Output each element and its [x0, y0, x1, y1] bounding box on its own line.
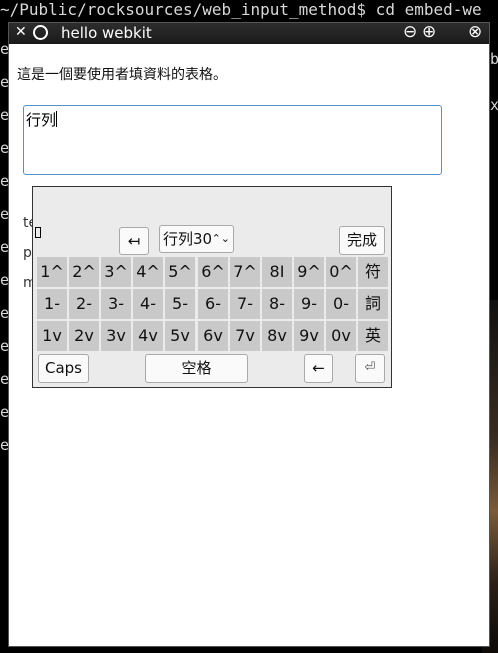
key[interactable]: 3-: [101, 289, 131, 319]
key[interactable]: 9v: [294, 321, 324, 351]
key[interactable]: 0^: [326, 257, 356, 287]
text-area-value: 行列: [26, 111, 57, 129]
key[interactable]: 7v: [230, 321, 260, 351]
maximize-icon[interactable]: ⊕: [422, 22, 436, 42]
key[interactable]: 6-: [198, 289, 228, 319]
key[interactable]: 4-: [133, 289, 163, 319]
cursor-marker-icon: [35, 227, 41, 238]
candidate-select[interactable]: 行列30 ⌃⌄: [159, 225, 234, 253]
key[interactable]: 9-: [294, 289, 324, 319]
key[interactable]: 0-: [326, 289, 356, 319]
title-bar[interactable]: ✕ hello webkit ⊖ ⊕ ⊗: [9, 22, 489, 44]
terminal-text: b: [490, 50, 498, 68]
key[interactable]: 1v: [37, 321, 67, 351]
back-button[interactable]: ↤: [119, 227, 149, 255]
enter-button[interactable]: ⏎: [355, 354, 385, 383]
terminal-text: x: [490, 96, 498, 114]
key[interactable]: 7^: [230, 257, 260, 287]
backspace-button[interactable]: ←: [304, 354, 333, 383]
key[interactable]: 4^: [133, 257, 163, 287]
caps-button[interactable]: Caps: [38, 354, 89, 383]
key[interactable]: 6v: [198, 321, 228, 351]
key[interactable]: 8-: [262, 289, 292, 319]
key[interactable]: 1-: [37, 289, 67, 319]
intro-text: 這是一個要使用者填資料的表格。: [17, 67, 227, 83]
candidate-select-value: 行列30: [163, 230, 213, 248]
minimize-icon[interactable]: ⊖: [403, 22, 417, 42]
key[interactable]: 符: [358, 257, 388, 287]
key[interactable]: 3^: [101, 257, 131, 287]
key[interactable]: 6^: [198, 257, 228, 287]
key[interactable]: 2-: [69, 289, 99, 319]
key[interactable]: 2v: [69, 321, 99, 351]
window-menu-icon[interactable]: [33, 25, 48, 40]
app-icon: ✕: [15, 24, 27, 40]
key[interactable]: 0v: [326, 321, 356, 351]
key[interactable]: 5^: [165, 257, 195, 287]
text-caret: [56, 111, 58, 127]
select-arrows-icon: ⌃⌄: [211, 232, 230, 245]
key[interactable]: 英: [358, 321, 388, 351]
key[interactable]: 8I: [262, 257, 292, 287]
key[interactable]: 9^: [294, 257, 324, 287]
key[interactable]: 7-: [230, 289, 260, 319]
virtual-keyboard: ↤ 行列30 ⌃⌄ 完成 1^ 2^ 3^ 4^ 5^ 6^ 7^ 8I 9^ 0^ 符 1- 2- 3-…: [32, 186, 392, 388]
key[interactable]: 4v: [133, 321, 163, 351]
key[interactable]: 詞: [358, 289, 388, 319]
key[interactable]: 5-: [165, 289, 195, 319]
key[interactable]: 8v: [262, 321, 292, 351]
space-button[interactable]: 空格: [145, 354, 248, 383]
window-title: hello webkit: [61, 24, 152, 42]
terminal-prompt-line: ~/Public/rocksources/web_input_method$ c…: [0, 0, 482, 19]
key[interactable]: 2^: [69, 257, 99, 287]
close-icon[interactable]: ⊗: [468, 22, 482, 42]
done-button[interactable]: 完成: [339, 226, 385, 255]
key[interactable]: 3v: [101, 321, 131, 351]
text-area[interactable]: 行列: [23, 105, 442, 175]
key[interactable]: 5v: [165, 321, 195, 351]
key[interactable]: 1^: [37, 257, 67, 287]
